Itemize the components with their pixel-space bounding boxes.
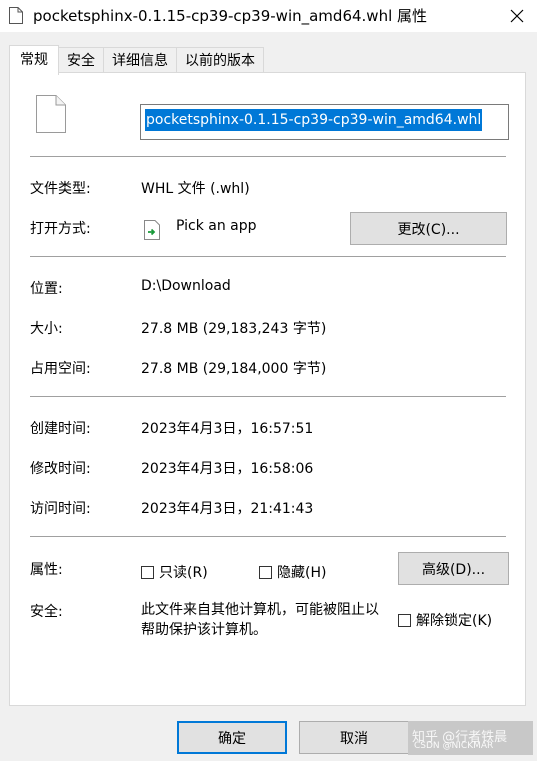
readonly-checkbox[interactable]: 只读(R) (141, 562, 208, 582)
location-label: 位置: (30, 281, 63, 297)
readonly-checkbox-box[interactable] (141, 565, 154, 579)
tab-general[interactable]: 常规 (9, 45, 59, 75)
attributes-label: 属性: (30, 562, 63, 578)
security-label: 安全: (30, 604, 63, 620)
large-file-icon (36, 95, 66, 133)
separator (30, 256, 506, 257)
ok-button[interactable]: 确定 (177, 721, 287, 754)
created-label: 创建时间: (30, 421, 91, 437)
accessed-label: 访问时间: (30, 501, 91, 517)
separator (30, 536, 506, 537)
modified-label: 修改时间: (30, 461, 91, 477)
change-app-button[interactable]: 更改(C)... (350, 212, 507, 245)
cancel-button[interactable]: 取消 (299, 721, 409, 754)
file-icon (9, 7, 23, 24)
properties-window: pocketsphinx-0.1.15-cp39-cp39-win_amd64.… (0, 0, 537, 761)
app-icon (144, 220, 160, 240)
readonly-label: 只读(R) (159, 565, 208, 581)
hidden-checkbox[interactable]: 隐藏(H) (259, 562, 326, 582)
unblock-checkbox-box[interactable] (398, 613, 411, 627)
disk-size-label: 占用空间: (30, 361, 91, 377)
hidden-label: 隐藏(H) (277, 565, 327, 581)
close-button[interactable] (497, 0, 537, 32)
location-value: D:\Download (141, 278, 231, 294)
advanced-button[interactable]: 高级(D)... (398, 552, 509, 585)
close-icon (510, 9, 524, 23)
general-panel: pocketsphinx-0.1.15-cp39-cp39-win_amd64.… (9, 72, 526, 706)
file-name-text: pocketsphinx-0.1.15-cp39-cp39-win_amd64.… (145, 109, 483, 131)
tab-details[interactable]: 详细信息 (103, 47, 177, 74)
disk-size-value: 27.8 MB (29,184,000 字节) (141, 361, 327, 377)
open-with-value: Pick an app (176, 218, 257, 234)
hidden-checkbox-box[interactable] (259, 565, 272, 579)
tab-strip: 常规 安全 详细信息 以前的版本 (9, 45, 264, 75)
file-type-label: 文件类型: (30, 181, 91, 197)
modified-value: 2023年4月3日，16:58:06 (141, 461, 314, 477)
title-bar: pocketsphinx-0.1.15-cp39-cp39-win_amd64.… (0, 0, 537, 32)
window-title: pocketsphinx-0.1.15-cp39-cp39-win_amd64.… (33, 7, 428, 25)
accessed-value: 2023年4月3日，21:41:43 (141, 501, 314, 517)
security-message: 此文件来自其他计算机，可能被阻止以帮助保护该计算机。 (141, 602, 379, 638)
unblock-label: 解除锁定(K) (416, 613, 493, 629)
unblock-checkbox[interactable]: 解除锁定(K) (398, 610, 492, 630)
tab-previous-versions[interactable]: 以前的版本 (176, 47, 264, 74)
file-name-input[interactable]: pocketsphinx-0.1.15-cp39-cp39-win_amd64.… (140, 104, 509, 140)
open-with-label: 打开方式: (30, 221, 91, 237)
size-label: 大小: (30, 321, 63, 337)
file-type-value: WHL 文件 (.whl) (141, 181, 250, 197)
tab-security[interactable]: 安全 (58, 47, 104, 74)
separator (30, 156, 506, 157)
watermark-subtext: CSDN @NICKMAR (414, 741, 494, 751)
size-value: 27.8 MB (29,183,243 字节) (141, 321, 327, 337)
separator (30, 396, 506, 397)
created-value: 2023年4月3日，16:57:51 (141, 421, 314, 437)
